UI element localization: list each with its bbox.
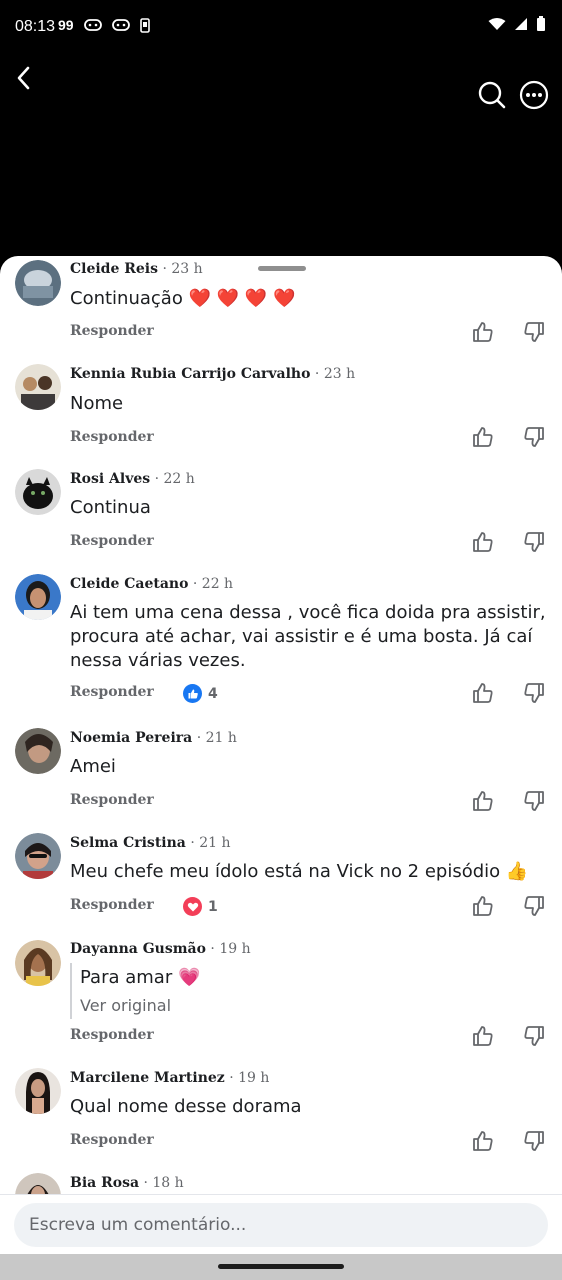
reply-button[interactable]: Responder bbox=[70, 323, 154, 339]
reply-button[interactable]: Responder bbox=[70, 792, 154, 808]
thumbs-up-icon[interactable] bbox=[471, 530, 495, 554]
comment-input[interactable] bbox=[14, 1203, 548, 1247]
avatar[interactable] bbox=[15, 574, 61, 620]
home-gesture-pill[interactable] bbox=[218, 1264, 344, 1269]
comment-text: Ai tem uma cena dessa , você fica doida … bbox=[70, 602, 546, 671]
see-original-link[interactable]: Ver original bbox=[80, 996, 200, 1015]
thumbs-down-icon[interactable] bbox=[522, 1024, 546, 1048]
author-name[interactable]: Cleide Reis bbox=[70, 261, 158, 277]
comment-text: Meu chefe meu ídolo está na Vick no 2 ep… bbox=[70, 861, 529, 882]
author-name[interactable]: Rosi Alves bbox=[70, 471, 150, 487]
comment-text: Continuação ❤️ ❤️ ❤️ ❤️ bbox=[70, 288, 296, 309]
comment-list[interactable]: Cleide Reis · 23 h Continuação ❤️ ❤️ ❤️ … bbox=[0, 256, 562, 1194]
thumbs-down-icon[interactable] bbox=[522, 681, 546, 705]
comment-composer bbox=[0, 1194, 562, 1254]
avatar[interactable] bbox=[15, 364, 61, 410]
comment-time: 21 h bbox=[199, 835, 231, 851]
comment-header: Cleide Caetano · 22 h bbox=[70, 576, 234, 592]
reaction-count: 1 bbox=[208, 898, 218, 915]
reply-button[interactable]: Responder bbox=[70, 897, 154, 913]
comment-time: 22 h bbox=[163, 471, 195, 487]
search-icon[interactable] bbox=[476, 79, 508, 111]
author-name[interactable]: Marcilene Martinez bbox=[70, 1070, 225, 1086]
comment-header: Selma Cristina · 21 h bbox=[70, 835, 231, 851]
translated-comment: Para amar 💗 Ver original bbox=[70, 963, 200, 1019]
author-name[interactable]: Dayanna Gusmão bbox=[70, 941, 206, 957]
comment-header: Kennia Rubia Carrijo Carvalho · 23 h bbox=[70, 366, 356, 382]
comment-text: Amei bbox=[70, 756, 116, 777]
status-bar: 08:13 99 bbox=[0, 0, 562, 56]
reaction-count: 4 bbox=[208, 685, 218, 702]
thumbs-down-icon[interactable] bbox=[522, 894, 546, 918]
author-name[interactable]: Kennia Rubia Carrijo Carvalho bbox=[70, 366, 310, 382]
thumbs-up-icon[interactable] bbox=[471, 681, 495, 705]
comment-text: Nome bbox=[70, 393, 124, 414]
back-arrow-icon[interactable] bbox=[10, 62, 40, 94]
author-name[interactable]: Selma Cristina bbox=[70, 835, 186, 851]
avatar[interactable] bbox=[15, 940, 61, 986]
drag-handle[interactable] bbox=[258, 266, 306, 271]
comment-text: Continua bbox=[70, 497, 151, 518]
thumbs-up-icon[interactable] bbox=[471, 320, 495, 344]
author-name[interactable]: Bia Rosa bbox=[70, 1175, 139, 1191]
navigation-bar bbox=[0, 1254, 562, 1280]
comment-header: Bia Rosa · 18 h bbox=[70, 1175, 184, 1191]
comments-sheet: Cleide Reis · 23 h Continuação ❤️ ❤️ ❤️ … bbox=[0, 256, 562, 1280]
comment-header: Cleide Reis · 23 h bbox=[70, 261, 203, 277]
thumbs-up-icon[interactable] bbox=[471, 789, 495, 813]
phone-icon bbox=[139, 17, 150, 33]
love-reaction-icon bbox=[183, 897, 202, 916]
gamepad-icon bbox=[83, 19, 102, 31]
comment-time: 19 h bbox=[219, 941, 251, 957]
thumbs-up-icon[interactable] bbox=[471, 1129, 495, 1153]
comment-header: Rosi Alves · 22 h bbox=[70, 471, 195, 487]
gamepad-icon bbox=[111, 19, 130, 31]
comment-text: Qual nome desse dorama bbox=[70, 1096, 302, 1117]
thumbs-up-icon[interactable] bbox=[471, 894, 495, 918]
comment-text: Para amar 💗 bbox=[80, 967, 201, 988]
reply-button[interactable]: Responder bbox=[70, 429, 154, 445]
thumbs-down-icon[interactable] bbox=[522, 425, 546, 449]
avatar[interactable] bbox=[15, 728, 61, 774]
signal-icon bbox=[515, 18, 527, 30]
battery-icon bbox=[537, 16, 545, 31]
comment-time: 23 h bbox=[171, 261, 203, 277]
comment-header: Noemia Pereira · 21 h bbox=[70, 730, 237, 746]
avatar[interactable] bbox=[15, 1173, 61, 1194]
comment-time: 18 h bbox=[152, 1175, 184, 1191]
comment-header: Marcilene Martinez · 19 h bbox=[70, 1070, 270, 1086]
comment-header: Dayanna Gusmão · 19 h bbox=[70, 941, 251, 957]
thumbs-up-icon[interactable] bbox=[471, 425, 495, 449]
reply-button[interactable]: Responder bbox=[70, 1132, 154, 1148]
reaction-summary[interactable]: 1 bbox=[183, 897, 218, 916]
thumbs-down-icon[interactable] bbox=[522, 320, 546, 344]
comment-time: 23 h bbox=[323, 366, 356, 382]
avatar[interactable] bbox=[15, 260, 61, 306]
comment-time: 21 h bbox=[205, 730, 237, 746]
avatar[interactable] bbox=[15, 469, 61, 515]
status-time: 08:13 bbox=[15, 18, 56, 35]
reaction-summary[interactable]: 4 bbox=[183, 684, 218, 703]
author-name[interactable]: Noemia Pereira bbox=[70, 730, 192, 746]
notification-badge: 99 bbox=[58, 17, 74, 33]
reply-button[interactable]: Responder bbox=[70, 1027, 154, 1043]
thumbs-up-icon[interactable] bbox=[471, 1024, 495, 1048]
thumbs-down-icon[interactable] bbox=[522, 1129, 546, 1153]
reply-button[interactable]: Responder bbox=[70, 533, 154, 549]
thumbs-down-icon[interactable] bbox=[522, 530, 546, 554]
avatar[interactable] bbox=[15, 833, 61, 879]
comment-time: 19 h bbox=[238, 1070, 270, 1086]
thumbs-down-icon[interactable] bbox=[522, 789, 546, 813]
more-options-icon[interactable] bbox=[518, 79, 550, 111]
author-name[interactable]: Cleide Caetano bbox=[70, 576, 188, 592]
comment-time: 22 h bbox=[201, 576, 234, 592]
avatar[interactable] bbox=[15, 1068, 61, 1114]
like-reaction-icon bbox=[183, 684, 202, 703]
wifi-icon bbox=[488, 18, 506, 30]
reply-button[interactable]: Responder bbox=[70, 684, 154, 700]
